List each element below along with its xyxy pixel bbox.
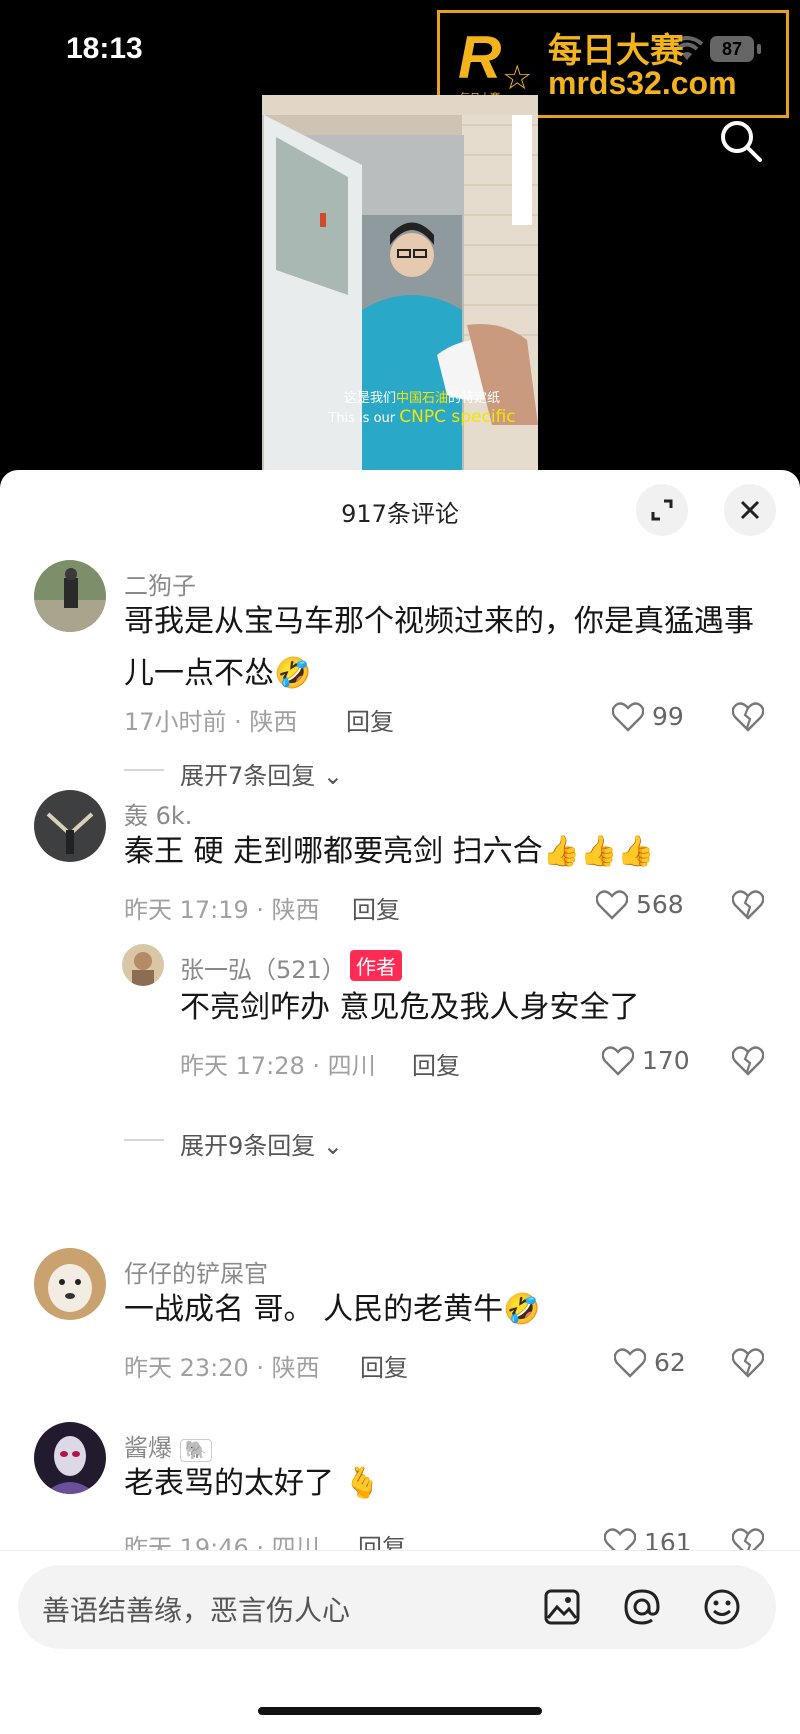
expand-divider: [124, 769, 164, 771]
reply-button[interactable]: 回复: [352, 890, 400, 925]
comment-text: 秦王 硬 走到哪都要亮剑 扫六合👍👍👍: [124, 834, 655, 869]
home-indicator: [258, 1707, 542, 1715]
video-player[interactable]: 这是我们中国石油的特定纸 This is our CNPC specific: [262, 95, 538, 470]
like-count: 568: [636, 890, 684, 919]
status-time: 18:13: [66, 32, 143, 65]
avatar[interactable]: [34, 1248, 106, 1320]
comment-text: 哥我是从宝马车那个视频过来的，你是真猛遇事儿一点不怂🤣: [124, 604, 754, 691]
comment-meta: 17小时前 · 陕西: [124, 708, 298, 736]
expand-divider: [124, 1139, 164, 1141]
expand-replies-button[interactable]: 展开9条回复 ⌄: [180, 1126, 343, 1161]
close-button[interactable]: [724, 484, 776, 536]
comment-meta: 昨天 17:19 · 陕西: [124, 896, 320, 924]
watermark-url: mrds32.com: [548, 65, 737, 101]
dislike-broken-heart-icon[interactable]: [732, 1348, 764, 1378]
reply-button[interactable]: 回复: [360, 1348, 408, 1383]
like-count: 170: [642, 1046, 690, 1075]
emoji-icon[interactable]: [702, 1587, 742, 1627]
reply-text: 不亮剑咋办 意见危及我人身安全了: [180, 990, 640, 1025]
comment-input-placeholder: 善语结善缘，恶言伤人心: [42, 1594, 351, 1627]
reply-meta: 昨天 17:28 · 四川: [180, 1052, 376, 1080]
comment-text: 老表骂的太好了 🫰: [124, 1466, 381, 1501]
like-heart-icon[interactable]: [614, 1348, 646, 1378]
dislike-broken-heart-icon[interactable]: [732, 1046, 764, 1076]
like-heart-icon[interactable]: [612, 702, 644, 732]
avatar[interactable]: [34, 560, 106, 632]
avatar[interactable]: [122, 944, 164, 986]
watermark-logo-letter: R: [458, 24, 502, 91]
like-count: 99: [652, 702, 684, 731]
like-count: 62: [654, 1348, 686, 1377]
avatar[interactable]: [34, 1422, 106, 1494]
expand-replies-button[interactable]: 展开7条回复 ⌄: [180, 756, 343, 791]
reply-button[interactable]: 回复: [412, 1046, 460, 1081]
video-subtitle-en: This is our CNPC specific: [328, 407, 516, 427]
comment-input-bar: 善语结善缘，恶言伤人心: [0, 1550, 800, 1734]
like-heart-icon[interactable]: [602, 1046, 634, 1076]
dislike-broken-heart-icon[interactable]: [732, 890, 764, 920]
mention-icon[interactable]: [622, 1587, 662, 1627]
dislike-broken-heart-icon[interactable]: [732, 702, 764, 732]
comment-input[interactable]: 善语结善缘，恶言伤人心: [18, 1565, 776, 1649]
image-icon[interactable]: [542, 1587, 582, 1627]
star-icon: ☆: [502, 58, 533, 98]
reply-username[interactable]: 张一弘（521）: [180, 950, 346, 985]
comments-sheet: 917条评论 二狗子 哥我是从宝马车那个视频过来的，你是真猛遇事儿一点不怂🤣 1…: [0, 470, 800, 1733]
close-icon: [740, 500, 760, 520]
chevron-down-icon: ⌄: [322, 762, 344, 790]
reply-button[interactable]: 回复: [346, 702, 394, 737]
video-subtitle-cn: 这是我们中国石油的特定纸: [343, 391, 501, 406]
expand-icon: [651, 499, 673, 521]
like-heart-icon[interactable]: [596, 890, 628, 920]
avatar[interactable]: [34, 790, 106, 862]
comment-meta: 昨天 23:20 · 陕西: [124, 1354, 320, 1382]
search-icon[interactable]: [718, 118, 764, 164]
comment-text: 一战成名 哥。 人民的老黄牛🤣: [124, 1292, 541, 1327]
expand-button[interactable]: [636, 484, 688, 536]
author-badge: 作者: [350, 950, 402, 981]
chevron-down-icon: ⌄: [322, 1132, 344, 1160]
